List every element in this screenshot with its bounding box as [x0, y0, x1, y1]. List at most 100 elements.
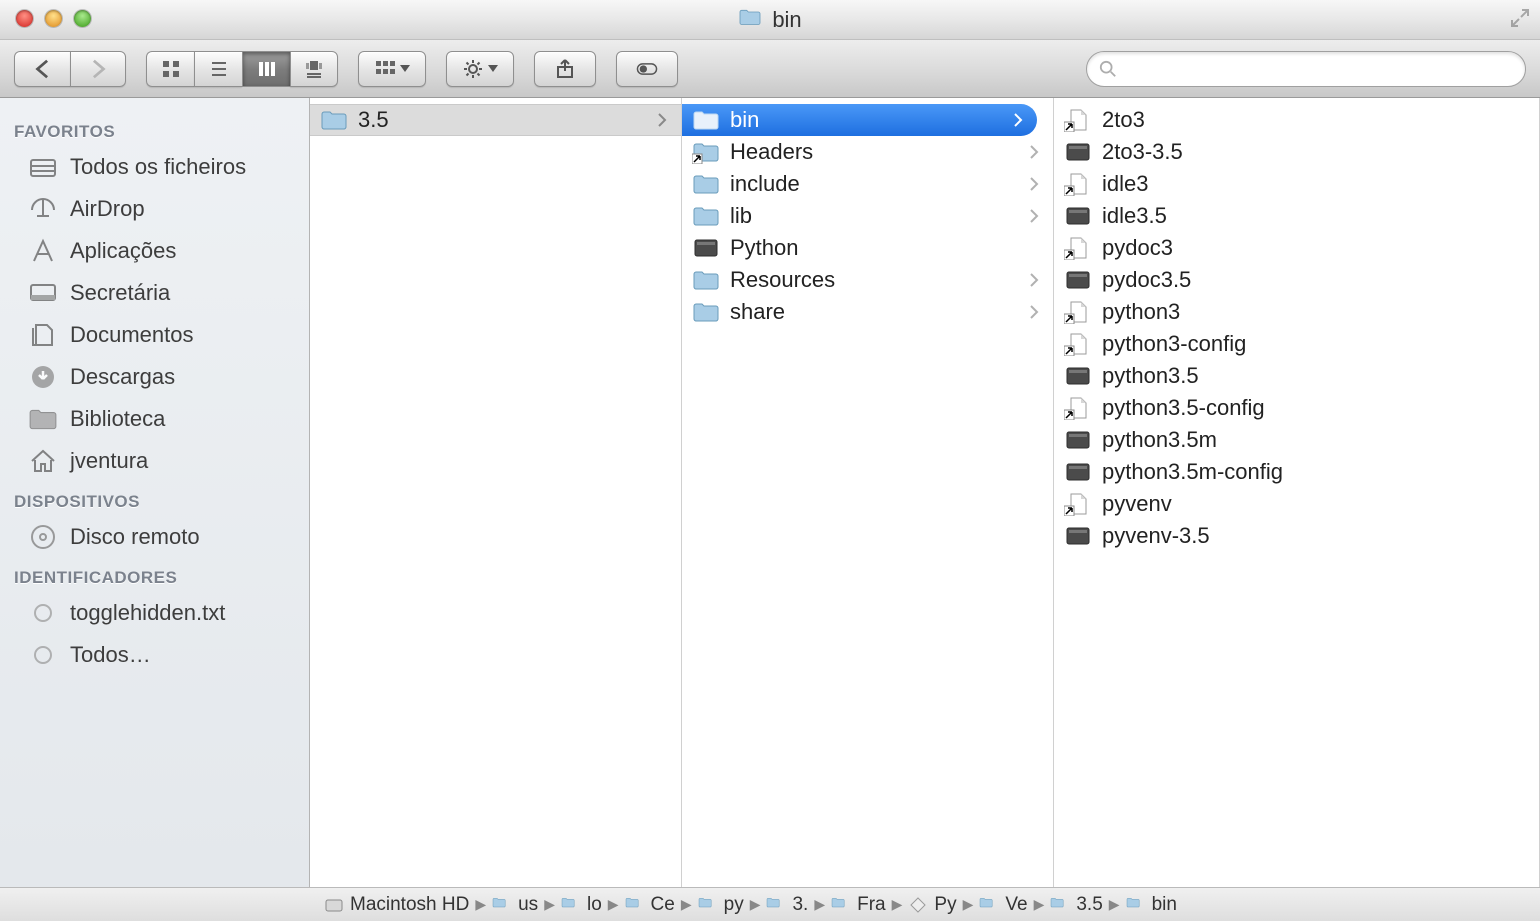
- arrange-button[interactable]: [358, 51, 426, 87]
- sidebar-item[interactable]: Todos os ficheiros: [0, 146, 309, 188]
- path-segment[interactable]: bin: [1126, 894, 1177, 916]
- file-row[interactable]: python3: [1054, 296, 1539, 328]
- path-segment[interactable]: Macintosh HD: [324, 894, 469, 916]
- fullscreen-button[interactable]: [1508, 6, 1532, 30]
- file-row[interactable]: include: [682, 168, 1053, 200]
- path-segment[interactable]: 3.5: [1050, 894, 1102, 916]
- toolbar: [0, 40, 1540, 98]
- window-title: bin: [772, 7, 801, 33]
- file-row[interactable]: python3-config: [1054, 328, 1539, 360]
- back-button[interactable]: [14, 51, 70, 87]
- sidebar-section-header: IDENTIFICADORES: [0, 558, 309, 592]
- zoom-window-button[interactable]: [74, 10, 91, 27]
- list-view-button[interactable]: [194, 51, 242, 87]
- search-input[interactable]: [1123, 58, 1513, 79]
- column-view-button[interactable]: [242, 51, 290, 87]
- exec-icon: [1064, 140, 1092, 164]
- alias-doc-icon: [1064, 108, 1092, 132]
- path-segment-label: py: [724, 894, 744, 916]
- folder-icon: [320, 108, 348, 132]
- coverflow-view-button[interactable]: [290, 51, 338, 87]
- sidebar-item[interactable]: Biblioteca: [0, 398, 309, 440]
- file-row[interactable]: python3.5: [1054, 360, 1539, 392]
- path-segment[interactable]: us: [492, 894, 538, 916]
- path-segment[interactable]: py: [698, 894, 744, 916]
- file-row[interactable]: idle3.5: [1054, 200, 1539, 232]
- path-segment[interactable]: Ce: [625, 894, 675, 916]
- sidebar-item[interactable]: Secretária: [0, 272, 309, 314]
- sidebar-item[interactable]: togglehidden.txt: [0, 592, 309, 634]
- file-row[interactable]: share: [682, 296, 1053, 328]
- path-bar: Macintosh HD▶us▶lo▶Ce▶py▶3.▶Fra▶Py▶Ve▶3.…: [0, 887, 1540, 921]
- sidebar-item[interactable]: Aplicações: [0, 230, 309, 272]
- file-name: idle3.5: [1102, 203, 1529, 229]
- file-name: python3: [1102, 299, 1529, 325]
- file-row[interactable]: lib: [682, 200, 1053, 232]
- path-segment[interactable]: lo: [561, 894, 602, 916]
- chevron-right-icon: [1029, 139, 1043, 165]
- file-row[interactable]: pyvenv: [1054, 488, 1539, 520]
- file-row[interactable]: pydoc3: [1054, 232, 1539, 264]
- chevron-right-icon: [1029, 171, 1043, 197]
- file-row[interactable]: Headers: [682, 136, 1053, 168]
- path-segment-label: Ce: [651, 894, 675, 916]
- sidebar-item[interactable]: Documentos: [0, 314, 309, 356]
- path-segment[interactable]: 3.: [766, 894, 808, 916]
- minimize-window-button[interactable]: [45, 10, 62, 27]
- forward-button[interactable]: [70, 51, 126, 87]
- exec-icon: [692, 236, 720, 260]
- path-segment[interactable]: Fra: [831, 894, 886, 916]
- alias-doc-icon: [1064, 300, 1092, 324]
- file-row[interactable]: python3.5m-config: [1054, 456, 1539, 488]
- folder-icon: [1126, 896, 1146, 914]
- path-segment-label: Macintosh HD: [350, 894, 469, 916]
- file-row[interactable]: 2to3: [1054, 104, 1539, 136]
- chevron-right-icon: [1029, 203, 1043, 229]
- file-row[interactable]: idle3: [1054, 168, 1539, 200]
- file-name: include: [730, 171, 1019, 197]
- share-button[interactable]: [534, 51, 596, 87]
- sidebar-item-label: Documentos: [70, 322, 194, 348]
- path-separator-icon: ▶: [608, 896, 619, 913]
- path-segment[interactable]: Py: [908, 894, 956, 916]
- search-icon: [1099, 60, 1117, 78]
- folder-icon: [698, 896, 718, 914]
- file-row[interactable]: python3.5-config: [1054, 392, 1539, 424]
- alias-doc-icon: [1064, 172, 1092, 196]
- tags-button[interactable]: [616, 51, 678, 87]
- file-name: pyvenv: [1102, 491, 1529, 517]
- sidebar-item[interactable]: Todos…: [0, 634, 309, 676]
- file-name: python3.5m-config: [1102, 459, 1529, 485]
- sidebar-item-label: Todos os ficheiros: [70, 154, 246, 180]
- action-gear-button[interactable]: [446, 51, 514, 87]
- sidebar-item[interactable]: AirDrop: [0, 188, 309, 230]
- file-row[interactable]: 2to3-3.5: [1054, 136, 1539, 168]
- file-row[interactable]: bin: [682, 104, 1037, 136]
- path-segment[interactable]: Ve: [979, 894, 1027, 916]
- sidebar-item[interactable]: Descargas: [0, 356, 309, 398]
- file-row[interactable]: Python: [682, 232, 1053, 264]
- exec-icon: [1064, 204, 1092, 228]
- folder-icon: [692, 300, 720, 324]
- chevron-down-icon: [488, 60, 498, 78]
- search-field[interactable]: [1086, 51, 1526, 87]
- column-browser: 3.5binHeaders include lib Python Resourcessh…: [310, 98, 1540, 887]
- folder-icon: [831, 896, 851, 914]
- file-row[interactable]: pydoc3.5: [1054, 264, 1539, 296]
- sidebar-item-label: Secretária: [70, 280, 170, 306]
- sidebar-item-label: Aplicações: [70, 238, 176, 264]
- close-window-button[interactable]: [16, 10, 33, 27]
- sidebar-item[interactable]: jventura: [0, 440, 309, 482]
- file-row[interactable]: python3.5m: [1054, 424, 1539, 456]
- folder-icon: [979, 896, 999, 914]
- sidebar-item[interactable]: Disco remoto: [0, 516, 309, 558]
- path-segment-label: us: [518, 894, 538, 916]
- file-row[interactable]: pyvenv-3.5: [1054, 520, 1539, 552]
- file-name: python3-config: [1102, 331, 1529, 357]
- file-row[interactable]: Resources: [682, 264, 1053, 296]
- file-row[interactable]: 3.5: [310, 104, 681, 136]
- icon-view-button[interactable]: [146, 51, 194, 87]
- alias-folder-icon: [692, 140, 720, 164]
- file-name: Python: [730, 235, 1043, 261]
- alias-doc-icon: [1064, 396, 1092, 420]
